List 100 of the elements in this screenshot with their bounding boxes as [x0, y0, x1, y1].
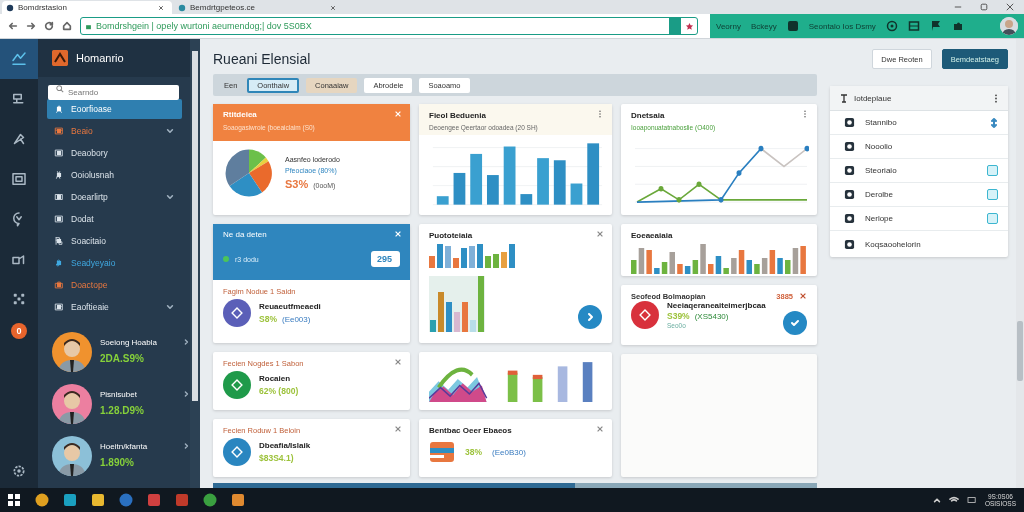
person-name: Pisnlsubet: [100, 390, 138, 399]
browser-tab[interactable]: Bomdrstasion: [2, 1, 172, 14]
settings-icon[interactable]: [12, 464, 26, 479]
bar: [430, 320, 436, 332]
chevron-right-icon[interactable]: [183, 442, 190, 450]
card-title: Fieol Beduenia: [429, 110, 486, 120]
item-name: Reuaeutfmeaedi: [259, 302, 321, 311]
card-title: Rtitdeiea: [223, 110, 257, 119]
item-icon: [844, 141, 855, 152]
close-icon[interactable]: [596, 230, 604, 238]
bar: [537, 158, 549, 205]
chevron-down-icon[interactable]: [166, 193, 174, 201]
chevron-down-icon[interactable]: [166, 127, 174, 135]
toolbar-link[interactable]: Veorny: [716, 21, 741, 31]
point: [804, 145, 809, 152]
address-bar[interactable]: Bomdrshgein | opely wurtoni aeumendog;| dov 5S0BX: [80, 17, 698, 35]
sidebar-item[interactable]: Seadyeyaio: [47, 253, 182, 273]
star-icon[interactable]: [685, 21, 694, 31]
maximize-icon[interactable]: [980, 3, 988, 11]
start-icon[interactable]: [6, 492, 22, 508]
sidebar-item[interactable]: Soacitaio: [47, 231, 182, 251]
bar: [461, 248, 467, 268]
close-icon[interactable]: [330, 4, 336, 11]
wifi-icon[interactable]: [948, 496, 959, 504]
reload-icon[interactable]: [44, 21, 54, 31]
checkbox[interactable]: [987, 213, 998, 224]
sidebar-label: Doactope: [71, 280, 109, 290]
taskbar-app-icon[interactable]: [62, 492, 78, 508]
extension-icon[interactable]: [786, 20, 799, 32]
panel-item[interactable]: Derolbe: [830, 183, 1008, 207]
sidebar-item[interactable]: Deaobory: [47, 143, 182, 163]
panel-item[interactable]: Nerlope: [830, 207, 1008, 231]
taskbar-app-icon[interactable]: [90, 492, 106, 508]
close-icon[interactable]: [394, 425, 402, 433]
chevron-right-icon[interactable]: [183, 338, 190, 346]
sidebar-item[interactable]: Doactope: [47, 275, 182, 295]
bar: [453, 172, 466, 205]
forward-icon[interactable]: [26, 21, 36, 31]
panel-item[interactable]: Koqsaoohelorin: [830, 231, 1008, 257]
taskbar-app-icon[interactable]: [230, 492, 246, 508]
page-title: Rueani Elensial: [213, 51, 312, 69]
panel-icon[interactable]: [907, 20, 920, 32]
sidebar-item[interactable]: Eoorfioase: [47, 99, 182, 119]
profile-avatar[interactable]: [1000, 17, 1018, 35]
more-icon[interactable]: [994, 93, 998, 103]
flag-icon[interactable]: [929, 20, 942, 32]
panel-title: Iotdeplaue: [854, 93, 893, 103]
bar: [520, 194, 533, 205]
stack-icon: [429, 441, 455, 463]
point: [718, 197, 724, 203]
checkbox[interactable]: [987, 189, 998, 200]
close-icon[interactable]: [799, 292, 807, 300]
toolbar-link[interactable]: Bckeyy: [750, 21, 777, 31]
home-icon[interactable]: [62, 21, 72, 31]
point: [758, 145, 764, 152]
browser-tab[interactable]: Bemdrtgpeteos.ce: [174, 1, 344, 14]
bar: [453, 258, 459, 268]
close-icon[interactable]: [1006, 3, 1014, 11]
more-icon[interactable]: [596, 110, 604, 118]
chevron-right-icon[interactable]: [183, 390, 190, 398]
panel-item[interactable]: Stannibo: [830, 111, 1008, 135]
item-name: Neeiaqeraneaiteimerjbcaa: [667, 301, 766, 310]
bar: [570, 183, 583, 205]
bar: [470, 320, 476, 332]
percent-value: $83S4.1): [259, 453, 295, 463]
toolbar-link[interactable]: Seontalo Ios Dsmy: [808, 21, 876, 31]
sidebar-item[interactable]: Eaoftieaie: [47, 297, 182, 317]
sidebar-item[interactable]: Ooiolusnah: [47, 165, 182, 185]
sort-icon[interactable]: [990, 117, 998, 128]
card-title: Bentbac Oeer Ebaeos: [429, 426, 512, 435]
chevron-down-icon[interactable]: [166, 303, 174, 311]
sidebar-item[interactable]: Doearlirtp: [47, 187, 182, 207]
person-value: 1.890%: [100, 457, 135, 468]
bar: [429, 256, 435, 268]
card-title: Ne da deten: [223, 230, 267, 239]
panel-item[interactable]: Nooolio: [830, 135, 1008, 159]
point: [736, 170, 742, 176]
image-icon: [10, 170, 28, 188]
bar: [462, 302, 468, 332]
close-icon[interactable]: [596, 425, 604, 433]
sidebar-label: Seadyeyaio: [71, 258, 117, 268]
bar: [553, 160, 566, 205]
close-icon[interactable]: [158, 4, 164, 11]
sidebar-item[interactable]: Dodat: [47, 209, 182, 229]
taskbar-app-icon[interactable]: [202, 492, 218, 508]
panel-item[interactable]: Steoriaio: [830, 159, 1008, 183]
taskbar-app-icon[interactable]: [34, 492, 50, 508]
puzzle-icon[interactable]: [951, 20, 964, 32]
confirm-button[interactable]: [783, 311, 807, 335]
bar: [478, 276, 484, 332]
back-icon[interactable]: [8, 21, 18, 31]
chevron-up-icon[interactable]: [932, 496, 941, 504]
battery-icon[interactable]: [966, 496, 977, 504]
target-icon[interactable]: [885, 20, 898, 32]
more-icon[interactable]: [801, 110, 809, 118]
next-button[interactable]: [578, 305, 602, 329]
checkbox[interactable]: [987, 165, 998, 176]
sidebar-item[interactable]: Beaio: [47, 121, 182, 141]
search-field[interactable]: Searndo: [48, 85, 179, 100]
close-icon[interactable]: [394, 358, 402, 366]
